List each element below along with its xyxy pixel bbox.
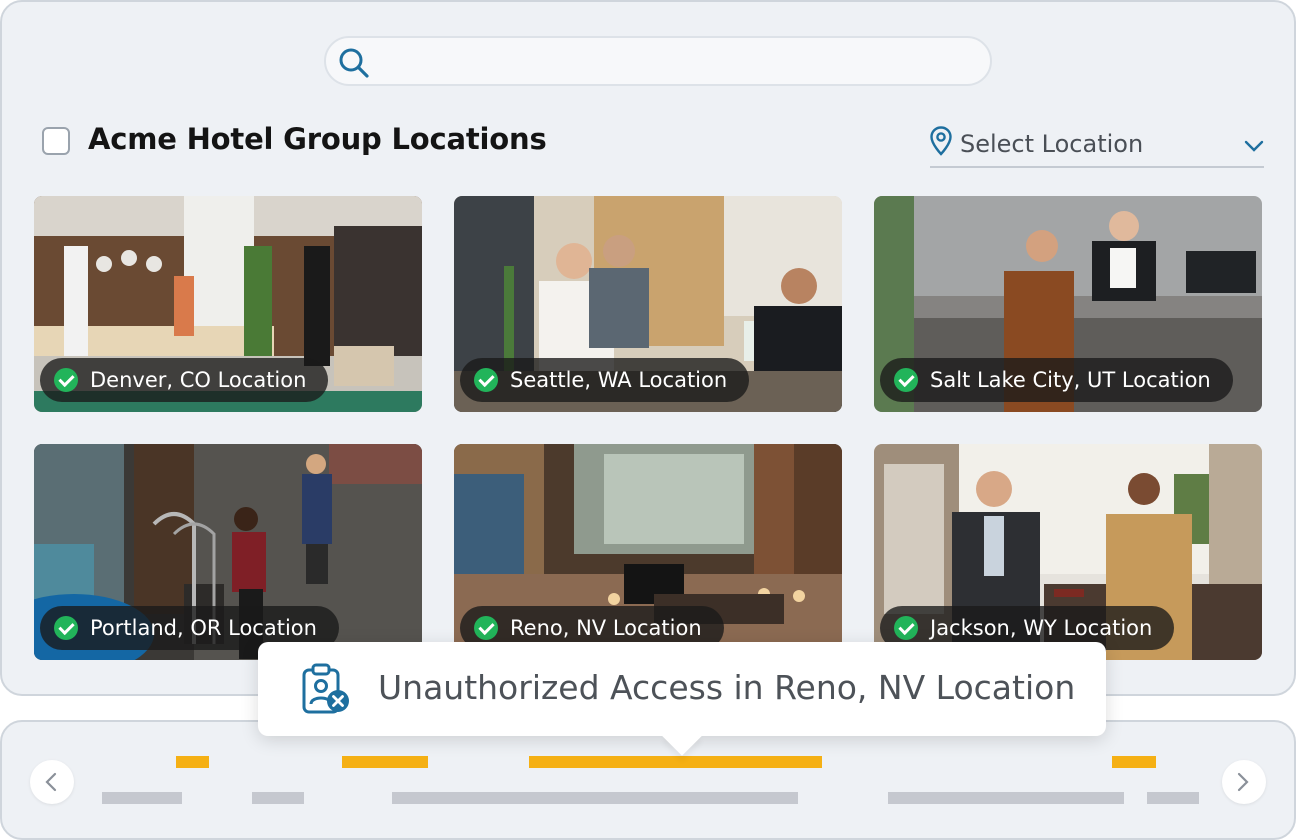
check-circle-icon bbox=[474, 616, 498, 640]
location-tag: Denver, CO Location bbox=[40, 358, 329, 402]
chevron-down-icon bbox=[1244, 140, 1264, 152]
map-pin-icon bbox=[930, 126, 952, 156]
location-card-seattle[interactable]: Seattle, WA Location bbox=[454, 196, 842, 412]
location-select-dropdown[interactable]: Select Location bbox=[930, 122, 1264, 168]
timeline-event[interactable] bbox=[888, 792, 1124, 804]
timeline-next-button[interactable] bbox=[1222, 760, 1266, 804]
select-all-checkbox[interactable] bbox=[42, 127, 70, 155]
location-name: Denver, CO Location bbox=[90, 368, 307, 392]
timeline-event[interactable] bbox=[392, 792, 798, 804]
timeline-alert-event[interactable] bbox=[176, 756, 209, 768]
location-tag: Salt Lake City, UT Location bbox=[880, 358, 1233, 402]
timeline-alert-event[interactable] bbox=[529, 756, 822, 768]
search-bar[interactable] bbox=[324, 36, 992, 86]
search-input[interactable] bbox=[382, 44, 972, 78]
location-card-portland[interactable]: Portland, OR Location bbox=[34, 444, 422, 660]
chevron-left-icon bbox=[45, 772, 57, 792]
location-name: Salt Lake City, UT Location bbox=[930, 368, 1211, 392]
check-circle-icon bbox=[894, 616, 918, 640]
chevron-right-icon bbox=[1237, 772, 1249, 792]
check-circle-icon bbox=[894, 368, 918, 392]
timeline-prev-button[interactable] bbox=[30, 760, 74, 804]
location-select-label: Select Location bbox=[960, 130, 1144, 158]
location-card-reno[interactable]: Reno, NV Location bbox=[454, 444, 842, 660]
check-circle-icon bbox=[54, 368, 78, 392]
alert-message: Unauthorized Access in Reno, NV Location bbox=[378, 668, 1076, 707]
location-card-jackson[interactable]: Jackson, WY Location bbox=[874, 444, 1262, 660]
search-icon bbox=[339, 48, 369, 78]
timeline-event[interactable] bbox=[102, 792, 182, 804]
page-title: Acme Hotel Group Locations bbox=[88, 122, 547, 156]
timeline-event[interactable] bbox=[1147, 792, 1199, 804]
location-card-salt-lake-city[interactable]: Salt Lake City, UT Location bbox=[874, 196, 1262, 412]
location-name: Jackson, WY Location bbox=[930, 616, 1153, 640]
locations-panel: Acme Hotel Group Locations Select Locati… bbox=[0, 0, 1296, 696]
clipboard-user-denied-icon bbox=[302, 663, 349, 714]
location-tag: Seattle, WA Location bbox=[460, 358, 750, 402]
location-name: Portland, OR Location bbox=[90, 616, 317, 640]
alert-tooltip: Unauthorized Access in Reno, NV Location bbox=[258, 642, 1106, 756]
location-name: Reno, NV Location bbox=[510, 616, 702, 640]
location-card-denver[interactable]: Denver, CO Location bbox=[34, 196, 422, 412]
check-circle-icon bbox=[54, 616, 78, 640]
timeline-alert-event[interactable] bbox=[342, 756, 428, 768]
timeline-alert-event[interactable] bbox=[1112, 756, 1156, 768]
timeline-event[interactable] bbox=[252, 792, 304, 804]
check-circle-icon bbox=[474, 368, 498, 392]
activity-timeline bbox=[0, 720, 1296, 840]
location-name: Seattle, WA Location bbox=[510, 368, 728, 392]
